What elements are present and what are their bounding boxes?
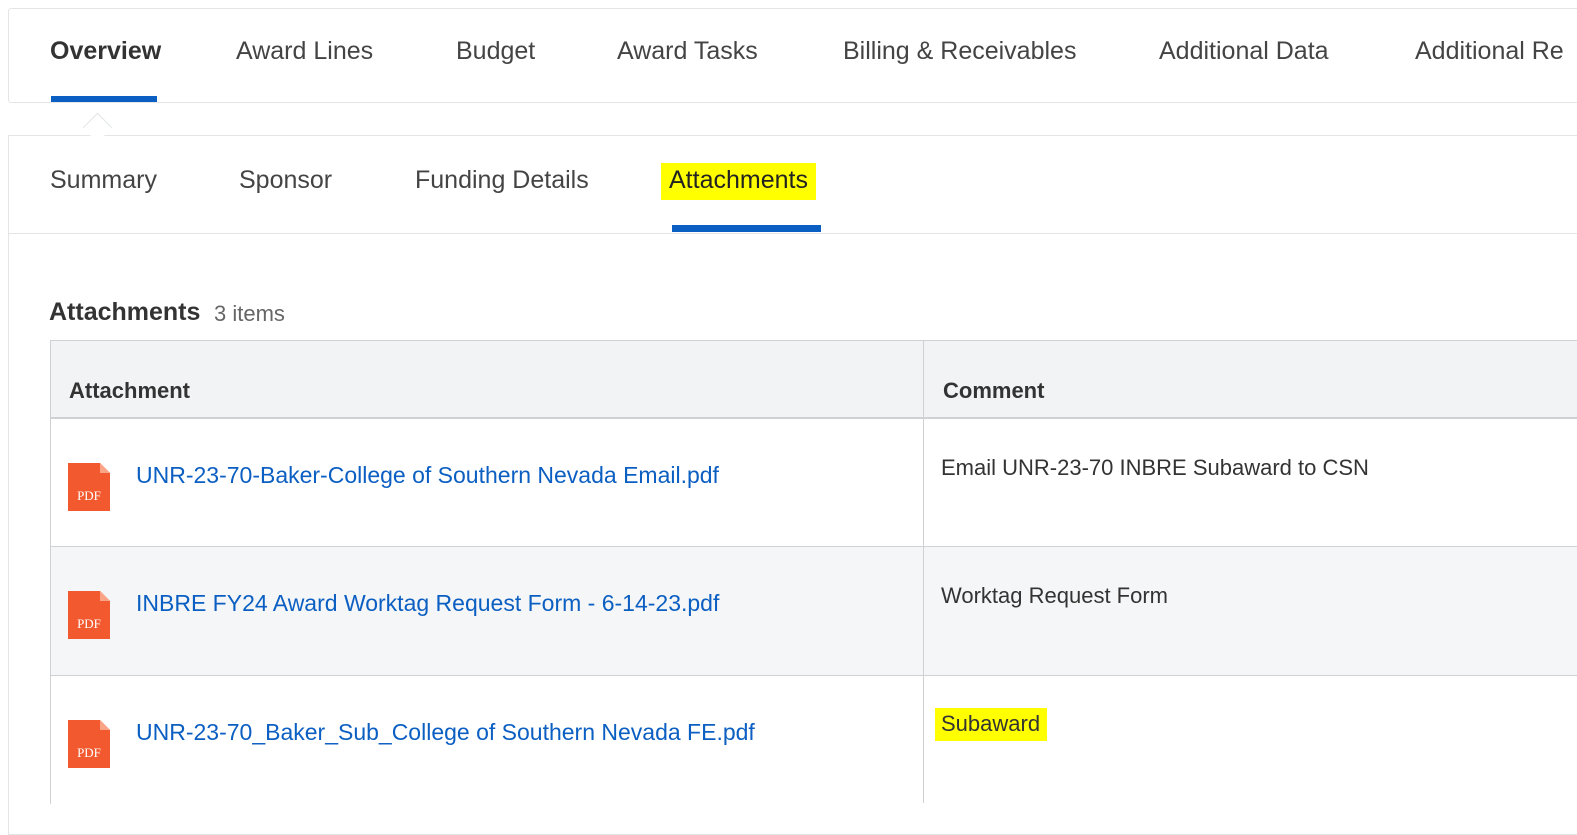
tab-award-lines[interactable]: Award Lines — [236, 37, 373, 66]
table-row: PDF UNR-23-70-Baker-College of Southern … — [51, 419, 1577, 547]
subtab-attachments-label: Attachments — [661, 163, 816, 200]
tab-additional-re[interactable]: Additional Re — [1415, 37, 1564, 66]
attachment-link[interactable]: INBRE FY24 Award Worktag Request Form - … — [136, 590, 719, 617]
attachment-comment: Email UNR-23-70 INBRE Subaward to CSN — [941, 455, 1369, 480]
table-row: PDF UNR-23-70_Baker_Sub_College of South… — [51, 676, 1577, 804]
attachment-comment: Worktag Request Form — [941, 583, 1169, 608]
section-title: Attachments — [49, 298, 201, 326]
item-count: 3 items — [214, 301, 285, 326]
active-tab-indicator — [51, 96, 157, 102]
top-tab-bar: Overview Award Lines Budget Award Tasks … — [8, 8, 1577, 103]
column-header-comment[interactable]: Comment — [943, 378, 1044, 404]
comment-highlight: Subaward — [935, 708, 1048, 741]
table-header-row: Attachment Comment — [51, 341, 1577, 419]
tab-budget[interactable]: Budget — [456, 37, 535, 66]
attachment-link[interactable]: UNR-23-70-Baker-College of Southern Neva… — [136, 462, 719, 489]
pdf-icon: PDF — [68, 463, 110, 511]
table-row: PDF INBRE FY24 Award Worktag Request For… — [51, 547, 1577, 676]
svg-text:PDF: PDF — [77, 488, 101, 503]
tab-overview[interactable]: Overview — [50, 37, 161, 66]
subtab-summary[interactable]: Summary — [50, 166, 157, 195]
tab-award-tasks[interactable]: Award Tasks — [617, 37, 758, 66]
subtab-sponsor[interactable]: Sponsor — [239, 166, 332, 195]
subtab-attachments[interactable]: Attachments — [661, 163, 816, 200]
active-subtab-indicator — [672, 225, 821, 232]
subtab-funding-details[interactable]: Funding Details — [415, 166, 589, 195]
pdf-icon: PDF — [68, 591, 110, 639]
column-header-attachment[interactable]: Attachment — [69, 378, 190, 404]
tab-additional-data[interactable]: Additional Data — [1159, 37, 1329, 66]
svg-text:PDF: PDF — [77, 616, 101, 631]
column-divider — [923, 341, 924, 803]
attachment-link[interactable]: UNR-23-70_Baker_Sub_College of Southern … — [136, 719, 755, 746]
subtab-divider — [9, 233, 1577, 234]
svg-text:PDF: PDF — [77, 745, 101, 760]
attachments-table: Attachment Comment PDF UNR-23-70-Baker-C… — [50, 340, 1577, 804]
tab-billing-receivables[interactable]: Billing & Receivables — [843, 37, 1076, 66]
attachment-comment: Subaward — [935, 708, 1048, 741]
pdf-icon: PDF — [68, 720, 110, 768]
